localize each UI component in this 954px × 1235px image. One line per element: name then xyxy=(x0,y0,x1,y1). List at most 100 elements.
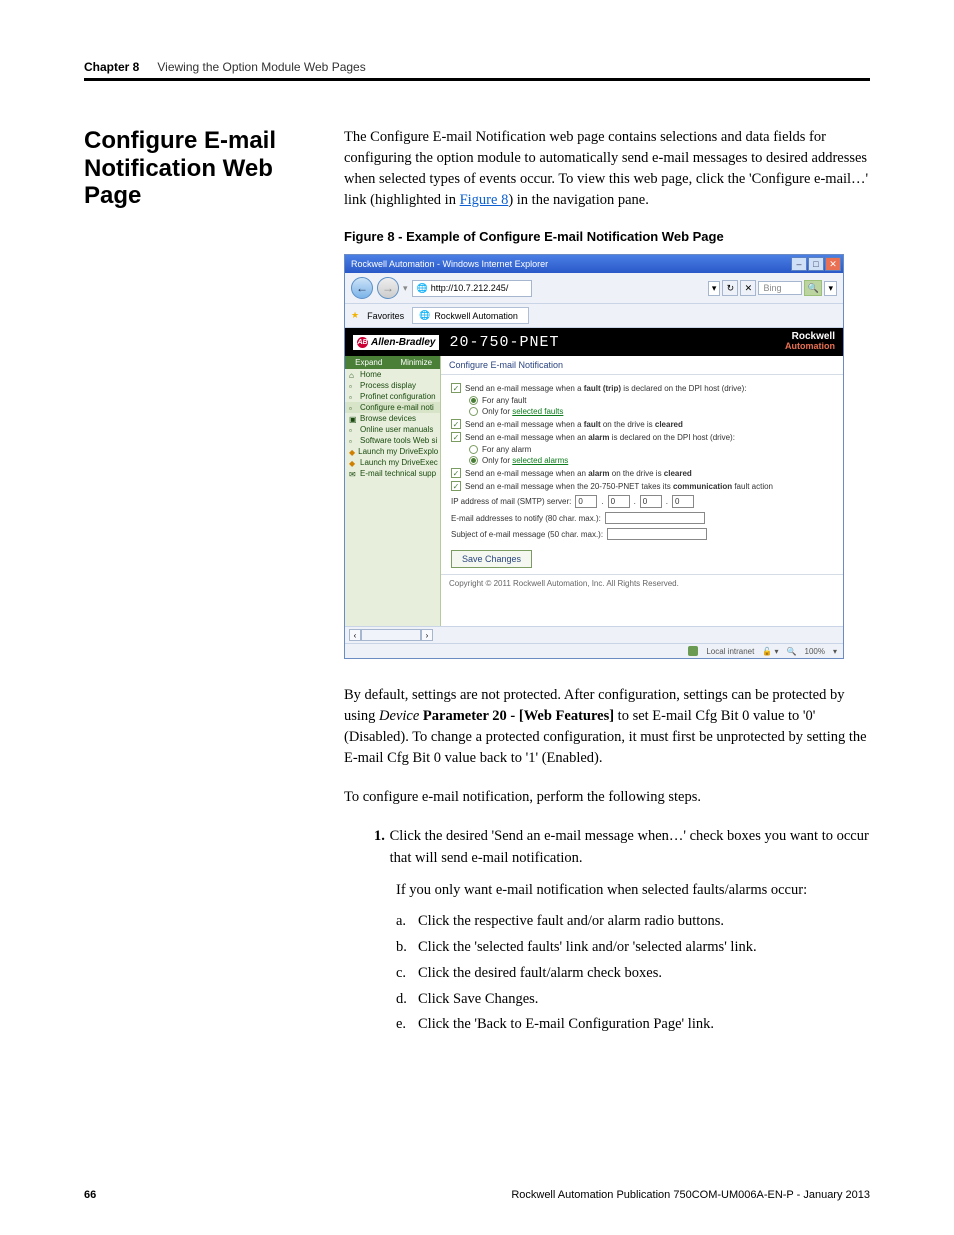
subject-input[interactable] xyxy=(607,528,707,540)
comm-fault-checkbox[interactable]: ✓ xyxy=(451,481,461,491)
substep-b: b.Click the 'selected faults' link and/o… xyxy=(396,937,870,959)
figure-caption: Figure 8 - Example of Configure E-mail N… xyxy=(344,229,870,244)
folder-icon: ▣ xyxy=(349,415,357,423)
search-button[interactable]: 🔍 xyxy=(804,280,822,296)
sub-text: Click the 'selected faults' link and/or … xyxy=(418,937,757,959)
emails-label: E-mail addresses to notify (80 char. max… xyxy=(451,514,601,523)
alarm-declared-checkbox[interactable]: ✓ xyxy=(451,432,461,442)
sub-text: Click the respective fault and/or alarm … xyxy=(418,911,724,933)
forward-button[interactable]: → xyxy=(377,277,399,299)
nav-item-support[interactable]: ✉E-mail technical supp xyxy=(345,468,440,479)
t: Send an e-mail message when an xyxy=(465,433,588,442)
window-title: Rockwell Automation - Windows Internet E… xyxy=(351,259,548,269)
status-bar: Local intranet 🔓 ▾ 🔍 100% ▾ xyxy=(345,643,843,658)
ip-octet-1[interactable]: 0 xyxy=(575,495,597,508)
t: Only for xyxy=(482,407,512,416)
t: on the drive is xyxy=(601,420,655,429)
selected-faults-radio[interactable] xyxy=(469,407,478,416)
refresh-button[interactable]: ↻ xyxy=(722,280,738,296)
fault-trip-checkbox[interactable]: ✓ xyxy=(451,383,461,393)
browser-tab[interactable]: 🌐 Rockwell Automation xyxy=(412,307,529,324)
ip-octet-4[interactable]: 0 xyxy=(672,495,694,508)
close-icon[interactable]: ✕ xyxy=(825,257,841,271)
nav-item-driveexplorer[interactable]: ◆Launch my DriveExplo xyxy=(345,446,440,457)
page-footer: 66 Rockwell Automation Publication 750CO… xyxy=(84,1189,870,1201)
address-bar[interactable]: 🌐 http://10.7.212.245/ xyxy=(412,280,532,297)
t: fault xyxy=(584,420,601,429)
protected-mode-icon[interactable]: 🔓 ▾ xyxy=(762,647,778,656)
back-button[interactable]: ← xyxy=(351,277,373,299)
alarm-cleared-checkbox[interactable]: ✓ xyxy=(451,468,461,478)
smtp-ip-row: IP address of mail (SMTP) server: 0. 0. … xyxy=(451,495,833,508)
minimize-button[interactable]: Minimize xyxy=(393,356,441,369)
protection-paragraph: By default, settings are not protected. … xyxy=(344,685,870,769)
fault-cleared-row: ✓ Send an e-mail message when a fault on… xyxy=(451,419,833,429)
content-heading: Configure E-mail Notification xyxy=(441,356,843,375)
t: cleared xyxy=(664,469,692,478)
ip-octet-3[interactable]: 0 xyxy=(640,495,662,508)
nav-item-software[interactable]: ▫Software tools Web si xyxy=(345,435,440,446)
app-icon: ◆ xyxy=(349,448,355,456)
t: Send an e-mail message when an xyxy=(465,469,588,478)
search-input[interactable]: Bing xyxy=(758,281,802,295)
selected-faults-link[interactable]: selected faults xyxy=(512,407,563,416)
url-dropdown[interactable]: ▾ xyxy=(708,281,721,296)
content-pane: Configure E-mail Notification ✓ Send an … xyxy=(441,356,843,626)
favorites-star-icon[interactable]: ★ xyxy=(351,310,359,321)
chk-label: Send an e-mail message when an alarm on … xyxy=(465,469,692,478)
zoom-dropdown[interactable]: ▾ xyxy=(833,647,837,656)
step-number: 1. xyxy=(374,826,390,870)
emails-input[interactable] xyxy=(605,512,705,524)
nav-item-browse[interactable]: ▣Browse devices xyxy=(345,413,440,424)
sub-letter: a. xyxy=(396,911,418,933)
expand-button[interactable]: Expand xyxy=(345,356,393,369)
nav-item-manuals[interactable]: ▫Online user manuals xyxy=(345,424,440,435)
ip-octet-2[interactable]: 0 xyxy=(608,495,630,508)
sub-text: Click the desired fault/alarm check boxe… xyxy=(418,963,662,985)
comm-fault-row: ✓ Send an e-mail message when the 20-750… xyxy=(451,481,833,491)
nav-item-driveexec[interactable]: ◆Launch my DriveExec xyxy=(345,457,440,468)
selected-alarms-link[interactable]: selected alarms xyxy=(512,456,568,465)
zoom-value: 100% xyxy=(805,647,825,656)
scroll-track[interactable] xyxy=(361,629,421,641)
page-header: Chapter 8 Viewing the Option Module Web … xyxy=(84,60,870,74)
stop-button[interactable]: ✕ xyxy=(740,280,756,296)
maximize-icon[interactable]: □ xyxy=(808,257,824,271)
nav-item-process[interactable]: ▫Process display xyxy=(345,380,440,391)
instructions-list: 1. Click the desired 'Send an e-mail mes… xyxy=(344,826,870,1036)
any-alarm-radio[interactable] xyxy=(469,445,478,454)
publication-info: Rockwell Automation Publication 750COM-U… xyxy=(511,1189,870,1201)
t: Parameter 20 - [Web Features] xyxy=(419,708,617,724)
substep-a: a.Click the respective fault and/or alar… xyxy=(396,911,870,933)
step-1: 1. Click the desired 'Send an e-mail mes… xyxy=(374,826,870,870)
zone-icon xyxy=(688,646,698,656)
t: fault (trip) xyxy=(584,384,621,393)
any-fault-radio[interactable] xyxy=(469,396,478,405)
instructions-lead: To configure e-mail notification, perfor… xyxy=(344,787,870,808)
scroll-right-button[interactable]: › xyxy=(421,629,433,641)
nav-label: Home xyxy=(360,370,381,379)
search-dropdown[interactable]: ▾ xyxy=(824,281,837,296)
t: alarm xyxy=(588,469,609,478)
nav-item-configure-email[interactable]: ▫Configure e-mail noti xyxy=(345,402,440,413)
step-1-note: If you only want e-mail notification whe… xyxy=(396,880,870,902)
nav-label: E-mail technical supp xyxy=(360,469,436,478)
ab-text: Allen-Bradley xyxy=(371,337,435,348)
zoom-icon[interactable]: 🔍 xyxy=(787,647,797,656)
save-changes-button[interactable]: Save Changes xyxy=(451,550,532,568)
chapter-label: Chapter 8 xyxy=(84,60,139,74)
intro-paragraph: The Configure E-mail Notification web pa… xyxy=(344,127,870,211)
selected-alarms-radio[interactable] xyxy=(469,456,478,465)
device-name: 20-750-PNET xyxy=(449,334,559,351)
home-icon: ⌂ xyxy=(349,371,357,379)
chk-label: Send an e-mail message when the 20-750-P… xyxy=(465,482,773,491)
fault-cleared-checkbox[interactable]: ✓ xyxy=(451,419,461,429)
minimize-icon[interactable]: – xyxy=(791,257,807,271)
nav-item-home[interactable]: ⌂Home xyxy=(345,369,440,380)
nav-item-profinet[interactable]: ▫Profinet configuration xyxy=(345,391,440,402)
substep-d: d.Click Save Changes. xyxy=(396,989,870,1011)
scroll-left-button[interactable]: ‹ xyxy=(349,629,361,641)
search-area: ▾ ↻ ✕ Bing 🔍 ▾ xyxy=(708,280,837,296)
t: communication xyxy=(673,482,732,491)
figure-8-link[interactable]: Figure 8 xyxy=(460,192,509,208)
